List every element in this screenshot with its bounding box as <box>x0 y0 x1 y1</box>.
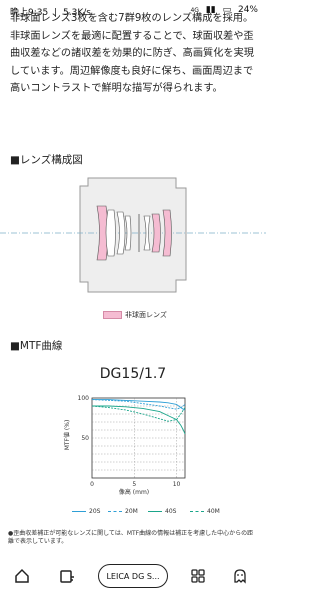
series-line-40S <box>92 405 186 435</box>
x-axis-label: 像高 (mm) <box>119 488 149 496</box>
mtf-chart-title: DG15/1.7 <box>99 366 167 382</box>
lens-construction-diagram <box>0 177 266 293</box>
x-tick-label: 5 <box>132 481 136 488</box>
series-legend-item: 40M <box>190 508 220 515</box>
aspherical-legend-label: 非球面レンズ <box>125 311 167 319</box>
mtf-section-title: ■MTF曲線 <box>10 340 63 352</box>
profile-button[interactable] <box>228 564 252 588</box>
x-tick-label: 0 <box>90 481 94 488</box>
series-legend-item: 40S <box>148 508 176 515</box>
tabs-icon <box>60 570 74 583</box>
url-pill-button[interactable]: LEICA DG S... <box>98 564 168 588</box>
series-legend-item: 20S <box>72 508 100 515</box>
tabs-button[interactable] <box>55 564 79 588</box>
series-legend-label: 20S <box>89 508 101 515</box>
ghost-icon <box>234 569 246 584</box>
apps-button[interactable] <box>186 564 210 588</box>
series-legend-item: 20M <box>108 508 138 515</box>
lens-element-2 <box>105 209 116 257</box>
mtf-note: ●歪曲収差補正が可能なレンズに関しては、MTF曲線の情報は補正を考慮した中心から… <box>8 530 254 545</box>
series-legend-line <box>148 511 162 512</box>
bottom-navigation: LEICA DG S... <box>0 558 266 600</box>
home-button[interactable] <box>10 564 34 588</box>
series-legend-label: 20M <box>125 508 138 515</box>
y-axis-label: MTF値 (%) <box>63 420 71 451</box>
article-paragraph: 非球面レンズ3枚を含む7群9枚のレンズ構成を採用。非球面レンズを最適に配置するこ… <box>10 13 254 94</box>
series-legend-line <box>108 511 122 512</box>
mtf-chart: 0 5 10 50 100 MTF値 (%) 像高 (mm) <box>63 395 186 496</box>
y-tick-label: 50 <box>81 435 89 442</box>
series-legend-line <box>190 511 204 512</box>
series-legend-line <box>72 511 86 512</box>
y-tick-label: 100 <box>78 395 90 402</box>
url-pill-label: LEICA DG S... <box>106 571 160 581</box>
lens-section-title: ■レンズ構成図 <box>10 154 83 166</box>
series-legend-label: 40M <box>207 508 220 515</box>
series-legend-label: 40S <box>165 508 177 515</box>
aspherical-swatch <box>103 311 122 319</box>
aspherical-legend: 非球面レンズ <box>103 310 167 320</box>
home-icon <box>15 568 29 583</box>
grid-icon <box>191 569 205 583</box>
x-tick-label: 10 <box>173 481 181 488</box>
